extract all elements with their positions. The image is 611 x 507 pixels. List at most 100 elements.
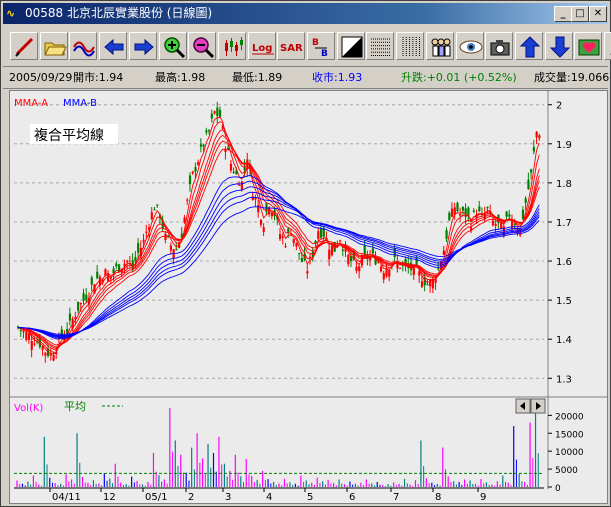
- candle-body: [524, 198, 527, 203]
- candle-body: [379, 266, 383, 272]
- arrow-down-icon: [549, 36, 570, 58]
- candle-body: [527, 179, 530, 190]
- open-button[interactable]: [39, 32, 68, 60]
- candle-body: [284, 246, 287, 248]
- window-title: 00588 北京北辰實業股份 (日線圖): [25, 6, 213, 20]
- candle-body: [44, 352, 47, 356]
- candle-body: [279, 234, 282, 239]
- candle-body: [142, 239, 145, 242]
- draw-line-button[interactable]: [10, 32, 38, 60]
- candle-body: [281, 236, 284, 238]
- candle-body: [330, 245, 334, 256]
- price-info-bar: 2005/09/29 開市:1.94 最高:1.98 最低:1.89 收市:1.…: [3, 68, 610, 89]
- candle-body: [328, 249, 331, 260]
- candle-body: [232, 171, 235, 173]
- volume-tick-label: 0: [555, 484, 561, 494]
- candle-body: [30, 341, 33, 350]
- candle-body: [505, 211, 508, 217]
- candle-body: [486, 207, 489, 209]
- x-tick-label: 8: [435, 492, 441, 503]
- candle-body: [33, 343, 36, 345]
- candle-body: [532, 147, 536, 152]
- candle-body: [420, 281, 424, 288]
- hgrid-icon: [371, 38, 392, 56]
- candle-body: [257, 205, 260, 213]
- candle-body: [530, 169, 533, 173]
- candle-body: [494, 224, 497, 226]
- candle-body: [437, 267, 440, 269]
- x-tick-label: 3: [225, 492, 231, 503]
- scroll-left-icon[interactable]: [515, 398, 531, 414]
- watch-button[interactable]: [455, 32, 484, 60]
- vertical-grid-button[interactable]: [396, 32, 425, 60]
- candle-body: [145, 231, 148, 233]
- snapshot-button[interactable]: [485, 32, 514, 60]
- candle-body: [259, 219, 263, 225]
- wave-button[interactable]: [69, 32, 98, 60]
- move-up-button[interactable]: [514, 32, 543, 60]
- settings-button[interactable]: [604, 32, 611, 60]
- candle-body: [85, 294, 88, 301]
- sar-icon: SAR: [280, 43, 303, 54]
- x-tick-label: 2: [188, 492, 194, 503]
- candle-body: [216, 107, 219, 116]
- zoom-out-button[interactable]: [188, 32, 217, 60]
- x-tick-label: 5: [307, 492, 313, 503]
- price-tick-label: 2: [556, 101, 562, 112]
- price-tick-label: 1.7: [556, 218, 572, 229]
- candle-body: [319, 228, 323, 238]
- maximize-icon[interactable]: □: [571, 6, 589, 22]
- chart-area[interactable]: 2 1.9 1.8 1.7 1.6 1.5 1.4 1.3 MMA-A MMA-B 複合平均線 200…: [9, 90, 608, 504]
- bb-button[interactable]: BB: [307, 32, 335, 60]
- candle-body: [194, 167, 197, 172]
- candle-body: [538, 135, 541, 139]
- horizontal-grid-button[interactable]: [366, 32, 395, 60]
- candle-body: [186, 199, 189, 201]
- scroll-right-icon[interactable]: [530, 398, 546, 414]
- candle-body: [535, 131, 538, 138]
- candle-body: [491, 220, 495, 226]
- arrow-up-icon: [519, 36, 541, 58]
- candle-body: [188, 175, 192, 185]
- x-tick-label: 4: [266, 492, 272, 503]
- scroll-right-button[interactable]: [128, 32, 157, 60]
- candle-body: [388, 269, 391, 277]
- move-down-button[interactable]: [544, 32, 573, 60]
- candlestick-icon: [224, 37, 243, 56]
- comparison-button[interactable]: [425, 32, 454, 60]
- log-scale-button[interactable]: Log: [247, 32, 276, 60]
- candle-body: [68, 313, 72, 321]
- candle-body: [262, 227, 265, 232]
- candle-body: [175, 248, 178, 250]
- svg-text:B: B: [321, 49, 328, 59]
- sar-button[interactable]: SAR: [277, 32, 306, 60]
- heart-icon: [578, 39, 600, 56]
- chart-canvas[interactable]: 21.91.81.71.61.51.41.3MMA-A MMA-B複合平均線200…: [10, 91, 607, 503]
- eye-icon: [459, 40, 482, 54]
- candle-body: [251, 196, 254, 201]
- quote-volume: 成交量:19.066: [534, 71, 610, 84]
- candle-body: [450, 208, 454, 217]
- candle-body: [164, 233, 167, 241]
- candlestick-button[interactable]: [217, 32, 246, 60]
- scroll-left-button[interactable]: [99, 32, 128, 60]
- candle-body: [371, 248, 374, 254]
- candle-body: [115, 263, 118, 267]
- price-tick-label: 1.4: [556, 335, 572, 346]
- volume-tick-label: 5000: [555, 466, 578, 476]
- title-bar[interactable]: ∿ 00588 北京北辰實業股份 (日線圖) _ □ ✕: [3, 3, 608, 24]
- tools-icon: [609, 52, 611, 55]
- candle-body: [295, 242, 298, 247]
- contrast-button[interactable]: [336, 32, 365, 60]
- legend-mma-a: MMA-A: [14, 98, 48, 109]
- candle-body: [199, 144, 203, 147]
- candle-body: [358, 266, 361, 272]
- zoom-in-button[interactable]: [158, 32, 187, 60]
- candle-body: [341, 249, 344, 251]
- arrow-right-icon: [134, 38, 154, 56]
- close-icon[interactable]: ✕: [589, 6, 607, 22]
- favourite-button[interactable]: [574, 32, 603, 60]
- svg-text:SAR: SAR: [280, 43, 303, 54]
- minimize-icon[interactable]: _: [554, 6, 572, 22]
- candle-body: [382, 272, 385, 280]
